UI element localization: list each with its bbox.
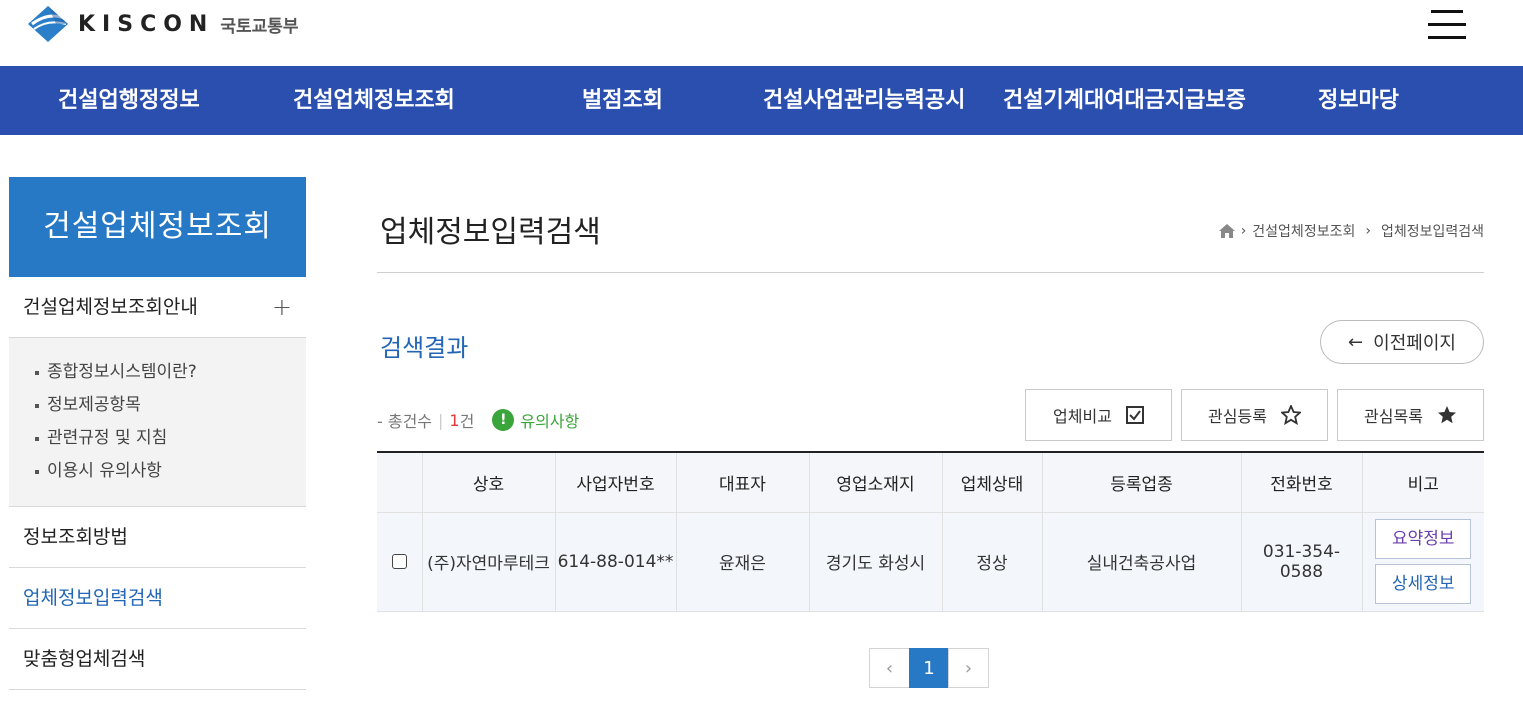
prev-page-icon[interactable]: ‹	[869, 648, 910, 688]
cell-location: 경기도 화성시	[809, 512, 943, 612]
col-name: 상호	[422, 451, 556, 513]
sidebar-title: 건설업체정보조회	[9, 177, 306, 277]
col-biz-no: 사업자번호	[555, 451, 677, 513]
kiscon-logo[interactable]: KISCON 국토교통부	[26, 4, 299, 44]
col-category: 등록업종	[1042, 451, 1242, 513]
count-label: - 총건수	[377, 412, 433, 431]
sidebar-item-custom-search[interactable]: 맞춤형업체검색	[9, 629, 306, 690]
result-count: - 총건수 | 1 건 ! 유의사항	[377, 408, 579, 432]
left-sidebar: 건설업체정보조회 건설업체정보조회안내 + 종합정보시스템이란? 정보제공항목 …	[9, 177, 306, 690]
sidebar-submenu: 종합정보시스템이란? 정보제공항목 관련규정 및 지침 이용시 유의사항	[9, 338, 306, 507]
gnb-item-penalty[interactable]: 벌점조회	[582, 66, 663, 135]
star-outline-icon	[1280, 405, 1301, 425]
col-location: 영업소재지	[809, 451, 943, 513]
count-value: 1	[449, 410, 460, 430]
page-number-current[interactable]: 1	[909, 648, 949, 688]
table-row: (주)자연마루테크 614-88-014** 윤재은 경기도 화성시 정상 실내…	[377, 512, 1484, 612]
gnb-item-equipment-guarantee[interactable]: 건설기계대여대금지급보증	[1003, 66, 1246, 135]
gnb-item-info-square[interactable]: 정보마당	[1318, 66, 1399, 135]
add-interest-label: 관심등록	[1208, 407, 1267, 426]
kiscon-logo-icon	[28, 6, 68, 42]
cell-name: (주)자연마루테크	[422, 512, 556, 612]
breadcrumb-item-current[interactable]: 업체정보입력검색	[1381, 221, 1484, 241]
home-icon[interactable]	[1218, 224, 1235, 238]
star-filled-icon	[1437, 406, 1456, 424]
results-table: 상호 사업자번호 대표자 영업소재지 업체상태 등록업종 전화번호 비고 (주)…	[377, 451, 1484, 612]
sidebar-subitem-items[interactable]: 정보제공항목	[35, 389, 306, 422]
interest-list-label: 관심목록	[1364, 407, 1423, 426]
title-divider	[377, 272, 1484, 273]
exclamation-icon: !	[492, 409, 515, 431]
notice-label: 유의사항	[520, 412, 580, 431]
gnb-item-cm-capability[interactable]: 건설사업관리능력공시	[763, 66, 965, 135]
notice-link[interactable]: ! 유의사항	[492, 408, 579, 432]
interest-list-button[interactable]: 관심목록	[1337, 389, 1484, 441]
global-nav: 건설업행정정보 건설업체정보조회 벌점조회 건설사업관리능력공시 건설기계대여대…	[0, 66, 1523, 135]
add-interest-button[interactable]: 관심등록	[1181, 389, 1328, 441]
summary-info-button[interactable]: 요약정보	[1375, 519, 1472, 559]
sidebar-item-label: 건설업체정보조회안내	[23, 296, 198, 318]
section-title: 검색결과	[380, 334, 469, 362]
sidebar-subitem-cautions[interactable]: 이용시 유의사항	[35, 455, 306, 488]
next-page-icon[interactable]: ›	[948, 648, 989, 688]
detail-info-button[interactable]: 상세정보	[1375, 564, 1472, 604]
cell-biz-no: 614-88-014**	[555, 512, 677, 612]
prev-page-button[interactable]: ← 이전페이지	[1320, 320, 1484, 364]
cell-status: 정상	[942, 512, 1043, 612]
count-unit: 건	[459, 412, 475, 431]
pagination: ‹ 1 ›	[869, 648, 989, 688]
col-phone: 전화번호	[1241, 451, 1363, 513]
chevron-right-icon: ›	[1240, 223, 1247, 239]
col-note: 비고	[1362, 451, 1484, 513]
sidebar-subitem-rules[interactable]: 관련규정 및 지침	[35, 422, 306, 455]
sidebar-item-input-search[interactable]: 업체정보입력검색	[9, 568, 306, 629]
plus-icon[interactable]: +	[272, 277, 292, 338]
top-header: KISCON 국토교통부	[0, 0, 1523, 66]
compare-label: 업체비교	[1053, 407, 1112, 426]
col-ceo: 대표자	[676, 451, 810, 513]
checkbox-icon	[1125, 406, 1144, 424]
gnb-item-admin-info[interactable]: 건설업행정정보	[58, 66, 200, 135]
col-status: 업체상태	[942, 451, 1043, 513]
chevron-right-icon: ›	[1365, 223, 1371, 239]
breadcrumb: › 건설업체정보조회 › 업체정보입력검색	[1218, 221, 1484, 241]
logo-subtitle: 국토교통부	[220, 16, 299, 37]
page-title: 업체정보입력검색	[380, 215, 601, 250]
sidebar-item-method[interactable]: 정보조회방법	[9, 507, 306, 568]
col-select	[377, 451, 423, 513]
logo-text: KISCON	[78, 11, 215, 37]
sidebar-subitem-system[interactable]: 종합정보시스템이란?	[35, 356, 306, 389]
arrow-left-icon: ←	[1348, 331, 1364, 353]
sidebar-item-guide[interactable]: 건설업체정보조회안내 +	[9, 277, 306, 338]
row-checkbox[interactable]	[391, 554, 407, 569]
compare-button[interactable]: 업체비교	[1025, 389, 1172, 441]
prev-page-label: 이전페이지	[1373, 333, 1456, 354]
cell-ceo: 윤재은	[676, 512, 810, 612]
cell-phone: 031-354-0588	[1241, 512, 1363, 612]
breadcrumb-item[interactable]: 건설업체정보조회	[1252, 221, 1355, 241]
gnb-item-company-info[interactable]: 건설업체정보조회	[293, 66, 455, 135]
menu-hamburger-icon[interactable]	[1428, 10, 1466, 40]
cell-category: 실내건축공사업	[1042, 512, 1242, 612]
table-header-row: 상호 사업자번호 대표자 영업소재지 업체상태 등록업종 전화번호 비고	[377, 451, 1484, 513]
